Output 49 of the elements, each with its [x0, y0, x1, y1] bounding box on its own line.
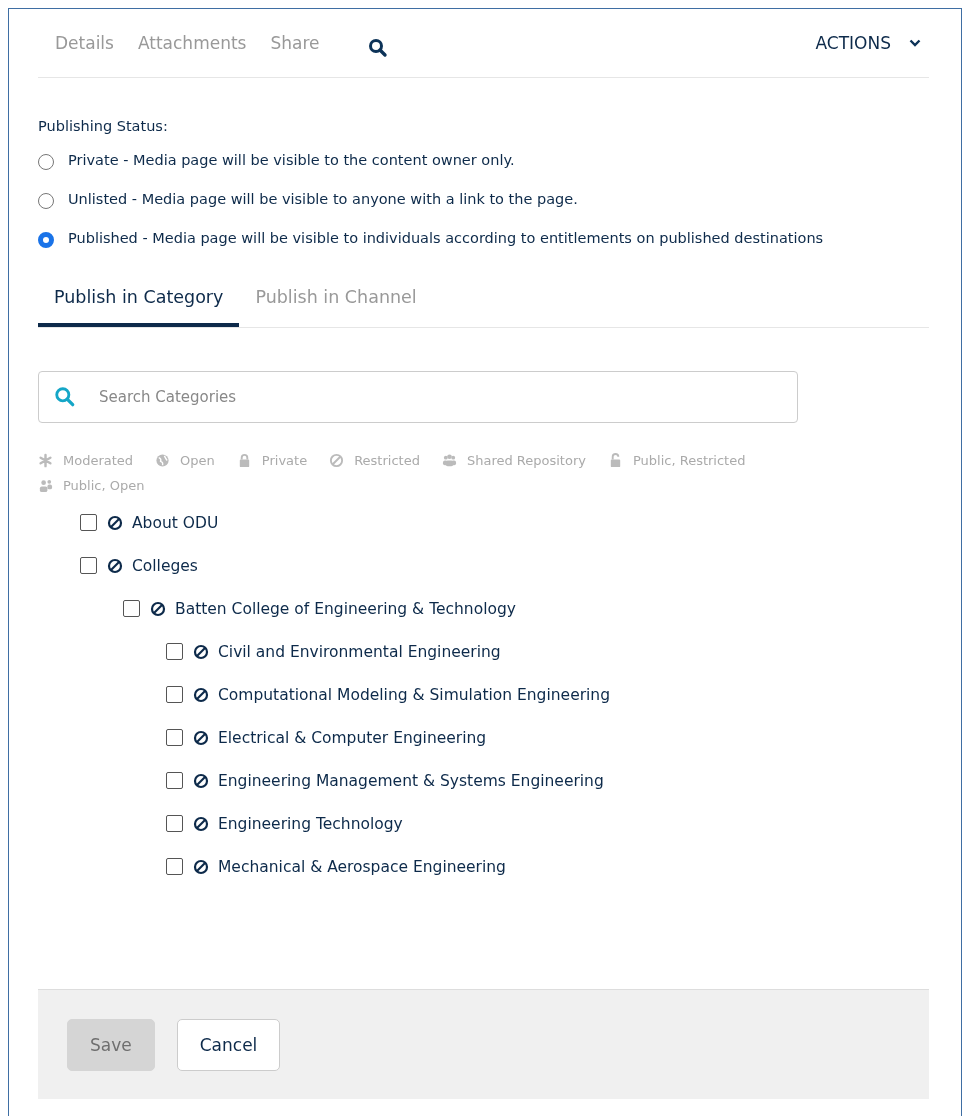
restricted-icon	[107, 514, 123, 531]
publishing-status-label: Publishing Status:	[38, 118, 169, 134]
chevron-down-icon	[909, 39, 921, 47]
search-icon[interactable]	[367, 38, 388, 58]
tab[interactable]: Publish in Category	[38, 287, 240, 327]
category-label[interactable]: Civil and Environmental Engineering	[218, 642, 501, 661]
moderated-icon	[38, 453, 53, 468]
restricted-icon	[150, 600, 166, 617]
category-label[interactable]: Electrical & Computer Engineering	[218, 728, 487, 747]
actions-menu-button[interactable]: ACTIONS	[815, 33, 929, 53]
restricted-icon	[193, 815, 209, 832]
checkbox[interactable]	[166, 643, 183, 660]
category-label[interactable]: Engineering Technology	[218, 814, 403, 833]
radio-label: Unlisted - Media page will be visible to anyone with a link to the page.	[68, 190, 578, 209]
legend-label: Moderated	[63, 453, 134, 468]
category-label[interactable]: Mechanical & Aerospace Engineering	[218, 857, 506, 876]
radio-label: Private - Media page will be visible to the content owner only.	[68, 151, 515, 170]
category-label[interactable]: Engineering Management & Systems Engineering	[218, 771, 604, 790]
restricted-icon	[193, 772, 209, 789]
category-label[interactable]: About ODU	[132, 513, 219, 532]
restricted-icon	[193, 643, 209, 660]
checkbox[interactable]	[166, 729, 183, 746]
checkbox[interactable]	[80, 514, 97, 531]
cancel-button[interactable]: Cancel	[176, 1018, 281, 1071]
restricted-icon	[107, 557, 123, 574]
shared-icon	[441, 453, 457, 468]
open-icon	[155, 453, 171, 468]
checkbox[interactable]	[166, 772, 183, 789]
legend-label: Open	[180, 453, 215, 468]
legend-label: Public, Restricted	[632, 453, 746, 468]
checkbox[interactable]	[166, 815, 183, 832]
category-label[interactable]: Computational Modeling & Simulation Engineering	[218, 685, 610, 704]
legend-label: Private	[261, 453, 308, 468]
checkbox[interactable]	[80, 557, 97, 574]
restricted-icon	[193, 686, 209, 703]
legend-label: Shared Repository	[466, 453, 586, 468]
category-label[interactable]: Colleges	[132, 556, 198, 575]
checkbox[interactable]	[123, 600, 140, 617]
category-label[interactable]: Batten College of Engineering & Technology	[175, 599, 516, 618]
restricted-icon	[193, 729, 209, 746]
legend-label: Public, Open	[63, 478, 145, 493]
radio-button[interactable]	[38, 232, 54, 248]
radio-label: Published - Media page will be visible to individuals according to entitlements on published destinations	[68, 229, 824, 248]
search-field[interactable]: Search Categories	[38, 371, 798, 423]
checkbox[interactable]	[166, 686, 183, 703]
restricted-icon	[329, 453, 345, 468]
checkbox[interactable]	[166, 858, 183, 875]
restricted-icon	[193, 858, 209, 875]
legend-label: Restricted	[354, 453, 420, 468]
